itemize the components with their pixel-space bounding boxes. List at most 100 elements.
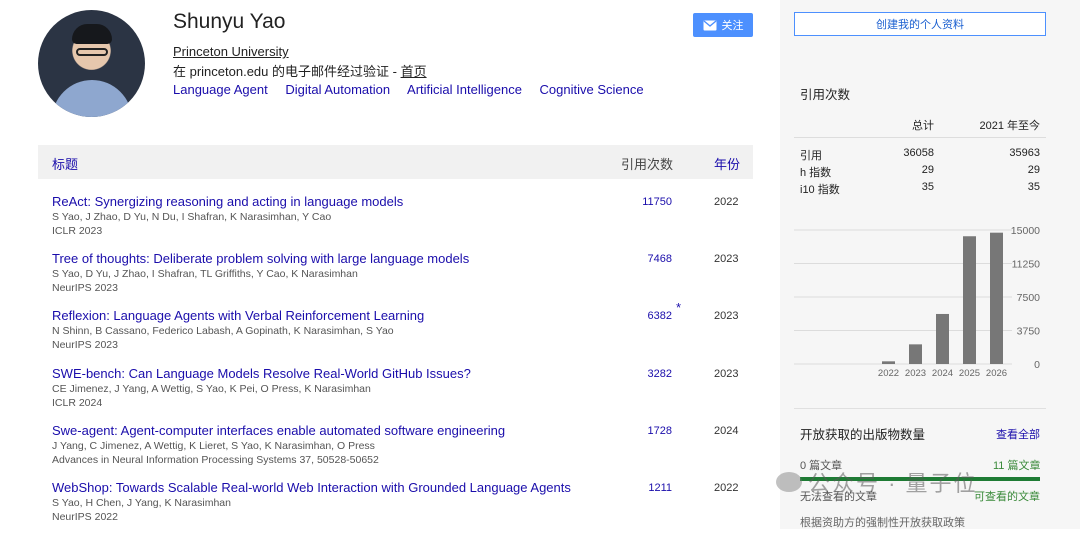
paper-authors: CE Jimenez, J Yang, A Wettig, S Yao, K P… <box>52 383 371 395</box>
interest-link[interactable]: Artificial Intelligence <box>407 82 522 97</box>
citation-count-link[interactable]: 6382 <box>648 310 672 322</box>
stats-all: 35 <box>921 181 934 193</box>
x-tick-label: 2022 <box>878 368 899 379</box>
table-row: Swe-agent: Agent-computer interfaces ena… <box>52 423 752 479</box>
create-profile-button[interactable]: 创建我的个人资料 <box>794 12 1046 36</box>
paper-venue: ICLR 2024 <box>52 397 103 409</box>
citation-count-link[interactable]: 1211 <box>648 482 672 494</box>
interest-link[interactable]: Digital Automation <box>285 82 390 97</box>
paper-year: 2022 <box>714 196 739 208</box>
stats-row: h 指数 29 29 <box>794 162 1046 179</box>
paper-venue: Advances in Neural Information Processin… <box>52 454 379 466</box>
paper-year: 2023 <box>714 368 739 380</box>
avatar-shirt <box>52 80 132 117</box>
table-row: SWE-bench: Can Language Models Resolve R… <box>52 366 752 422</box>
paper-title-link[interactable]: Reflexion: Language Agents with Verbal R… <box>52 308 424 323</box>
sort-by-year[interactable]: 年份 <box>714 154 740 173</box>
stats-all: 36058 <box>903 147 934 159</box>
stats-since: 35 <box>1027 181 1040 193</box>
paper-title-link[interactable]: WebShop: Towards Scalable Real-world Web… <box>52 480 571 495</box>
y-tick-label: 3750 <box>1017 326 1041 338</box>
x-tick-label: 2025 <box>959 368 980 379</box>
paper-authors: J Yang, C Jimenez, A Wettig, K Lieret, S… <box>52 440 375 452</box>
wechat-icon <box>776 472 802 492</box>
stats-row: 引用 36058 35963 <box>794 145 1046 162</box>
homepage-link[interactable]: 首页 <box>401 64 427 79</box>
profile-name: Shunyu Yao <box>173 10 286 33</box>
citation-count-link[interactable]: 7468 <box>648 253 672 265</box>
table-row: ReAct: Synergizing reasoning and acting … <box>52 194 752 250</box>
chart-bar[interactable] <box>936 313 949 364</box>
paper-year: 2024 <box>714 425 739 437</box>
interest-link[interactable]: Cognitive Science <box>540 82 644 97</box>
stats-label[interactable]: h 指数 <box>800 164 831 180</box>
y-tick-label: 11250 <box>1012 259 1041 271</box>
table-row: Tree of thoughts: Deliberate problem sol… <box>52 251 752 307</box>
stats-since: 35963 <box>1009 147 1040 159</box>
chart-bar[interactable] <box>990 232 1003 364</box>
x-tick-label: 2026 <box>986 368 1007 379</box>
available-label: 可查看的文章 <box>974 491 1040 503</box>
verified-text: 在 princeton.edu 的电子邮件经过验证 - <box>173 64 401 79</box>
paper-authors: S Yao, J Zhao, D Yu, N Du, I Shafran, K … <box>52 211 332 223</box>
stats-col-since: 2021 年至今 <box>979 120 1040 132</box>
chart-bar[interactable] <box>882 361 895 364</box>
paper-venue: NeurIPS 2023 <box>52 282 118 294</box>
stats-col-all: 总计 <box>912 120 934 132</box>
citations-per-year-chart: 15000 11250 7500 3750 0 2022 2023 2024 2025 2026 <box>794 225 1041 379</box>
view-all-link[interactable]: 查看全部 <box>996 426 1040 442</box>
stats-label: 引用 <box>800 150 822 162</box>
y-tick-label: 15000 <box>1011 225 1040 237</box>
chart-bar[interactable] <box>909 344 922 364</box>
table-row: Reflexion: Language Agents with Verbal R… <box>52 300 752 364</box>
follow-label: 关注 <box>721 20 744 32</box>
mandate-policy-text: 根据资助方的强制性开放获取政策 <box>800 517 965 529</box>
watermark: 公众号 · 量子位 <box>776 466 978 498</box>
x-tick-label: 2024 <box>932 368 953 379</box>
section-divider <box>794 408 1046 409</box>
citation-count-link[interactable]: 1728 <box>648 425 672 437</box>
cited-by-heading: 引用次数 <box>800 88 851 102</box>
sort-by-title[interactable]: 标题 <box>52 154 78 173</box>
y-tick-label: 0 <box>1034 359 1040 371</box>
paper-title-link[interactable]: Tree of thoughts: Deliberate problem sol… <box>52 251 469 266</box>
affiliation-link[interactable]: Princeton University <box>173 44 289 59</box>
table-header: 标题 引用次数 年份 <box>38 145 753 179</box>
paper-authors: S Yao, D Yu, J Zhao, I Shafran, TL Griff… <box>52 268 358 280</box>
stats-header: 总计 2021 年至今 <box>794 111 1046 138</box>
interest-link[interactable]: Language Agent <box>173 82 268 97</box>
citation-count-link[interactable]: 11750 <box>642 196 672 208</box>
citation-count-link[interactable]: 3282 <box>648 368 672 380</box>
x-tick-label: 2023 <box>905 368 926 379</box>
stats-since: 29 <box>1027 164 1040 176</box>
sort-by-citations[interactable]: 引用次数 <box>621 154 673 173</box>
paper-venue: NeurIPS 2023 <box>52 339 118 351</box>
paper-authors: N Shinn, B Cassano, Federico Labash, A G… <box>52 325 394 337</box>
citation-stats-table: 总计 2021 年至今 引用 36058 35963 h 指数 29 29 i1… <box>794 111 1046 196</box>
stats-row: i10 指数 35 35 <box>794 179 1046 196</box>
table-row: WebShop: Towards Scalable Real-world Web… <box>52 480 752 536</box>
y-tick-label: 7500 <box>1017 292 1041 304</box>
paper-year: 2023 <box>714 253 739 265</box>
stats-all: 29 <box>921 164 934 176</box>
paper-title-link[interactable]: SWE-bench: Can Language Models Resolve R… <box>52 366 471 381</box>
merged-citation-star[interactable]: * <box>676 300 681 315</box>
research-interests: Language Agent Digital Automation Artifi… <box>173 82 658 97</box>
stats-label[interactable]: i10 指数 <box>800 181 840 197</box>
avatar-hair <box>72 24 112 44</box>
available-count: 11 篇文章 <box>993 460 1041 472</box>
chart-bar[interactable] <box>963 236 976 364</box>
paper-year: 2023 <box>714 310 739 322</box>
paper-title-link[interactable]: Swe-agent: Agent-computer interfaces ena… <box>52 423 505 438</box>
avatar-glasses <box>76 48 108 56</box>
open-access-heading: 开放获取的出版物数量 <box>800 428 926 442</box>
follow-button[interactable]: 关注 <box>693 13 753 37</box>
avatar <box>38 10 145 117</box>
watermark-text: 公众号 · 量子位 <box>808 471 978 496</box>
verified-email-line: 在 princeton.edu 的电子邮件经过验证 - 首页 <box>173 61 427 80</box>
paper-title-link[interactable]: ReAct: Synergizing reasoning and acting … <box>52 194 403 209</box>
paper-venue: NeurIPS 2022 <box>52 511 118 523</box>
paper-year: 2022 <box>714 482 739 494</box>
mail-icon <box>703 19 716 30</box>
paper-venue: ICLR 2023 <box>52 225 103 237</box>
